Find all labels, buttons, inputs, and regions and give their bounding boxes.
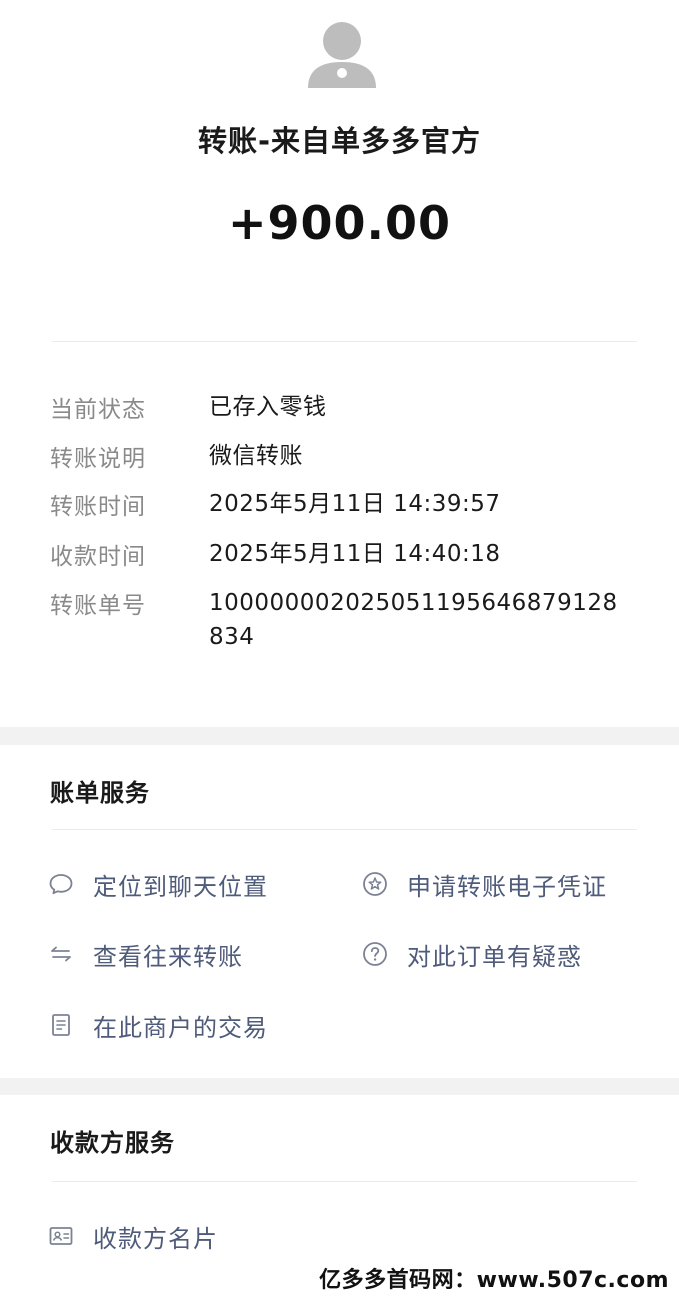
service-label: 申请转账电子凭证 <box>407 872 607 901</box>
detail-label: 当前状态 <box>50 397 146 423</box>
service-label: 对此订单有疑惑 <box>407 942 582 971</box>
service-label: 定位到聊天位置 <box>93 872 268 901</box>
badge-icon <box>362 871 388 897</box>
payee-services-title: 收款方服务 <box>50 1129 175 1157</box>
question-icon <box>362 941 388 967</box>
chat-bubble-icon <box>48 871 74 897</box>
service-label: 在此商户的交易 <box>93 1013 268 1042</box>
divider <box>52 829 637 830</box>
bill-services-card: 账单服务 定位到聊天位置 申请转账电子凭证 查看往来转账 对此订单有疑惑 在此商… <box>0 745 679 1078</box>
service-label: 查看往来转账 <box>93 942 243 971</box>
detail-label: 收款时间 <box>50 544 146 570</box>
avatar-icon <box>308 22 376 88</box>
detail-value: 已存入零钱 <box>209 394 327 420</box>
divider <box>52 1181 637 1182</box>
view-transfers-button[interactable]: 查看往来转账 <box>48 937 243 971</box>
transfer-arrows-icon <box>48 941 74 967</box>
service-label: 收款方名片 <box>93 1224 218 1253</box>
payee-card-button[interactable]: 收款方名片 <box>48 1219 218 1253</box>
detail-label: 转账时间 <box>50 494 146 520</box>
bill-services-title: 账单服务 <box>50 779 150 807</box>
receipt-icon <box>48 1012 74 1038</box>
detail-value: 微信转账 <box>209 443 303 469</box>
merchant-transactions-button[interactable]: 在此商户的交易 <box>48 1008 268 1042</box>
detail-label: 转账单号 <box>50 593 146 619</box>
divider <box>52 341 637 342</box>
transfer-number[interactable]: 100000002025051195646879128834 <box>209 586 619 654</box>
contact-card-icon <box>48 1223 74 1249</box>
transfer-summary-card: 转账-来自单多多官方 +900.00 当前状态 已存入零钱 转账说明 微信转账 … <box>0 0 679 727</box>
order-question-button[interactable]: 对此订单有疑惑 <box>362 937 582 971</box>
detail-value: 2025年5月11日 14:40:18 <box>209 541 501 567</box>
transfer-amount: +900.00 <box>227 196 452 250</box>
detail-label: 转账说明 <box>50 446 146 472</box>
request-e-voucher-button[interactable]: 申请转账电子凭证 <box>362 867 607 901</box>
locate-chat-button[interactable]: 定位到聊天位置 <box>48 867 268 901</box>
watermark-text: 亿多多首码网：www.507c.com <box>319 1268 669 1293</box>
detail-value: 2025年5月11日 14:39:57 <box>209 491 501 517</box>
transfer-title: 转账-来自单多多官方 <box>197 124 482 158</box>
